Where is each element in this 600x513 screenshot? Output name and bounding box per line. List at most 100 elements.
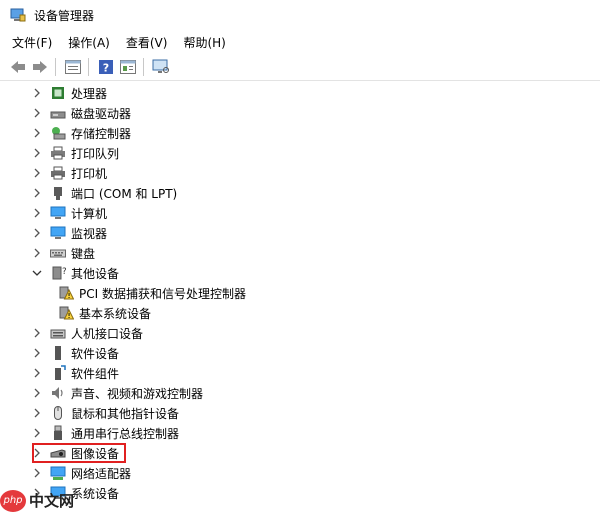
device-tree: 处理器 磁盘驱动器 存储控制器 打印队列 打印机 端口 (COM 和 LPT) … xyxy=(0,83,600,503)
tree-item-label: 网络适配器 xyxy=(71,466,132,481)
tree-item-sound[interactable]: 声音、视频和游戏控制器 xyxy=(0,383,600,403)
storage-controller-icon xyxy=(50,125,66,141)
chevron-right-icon[interactable] xyxy=(32,208,42,218)
tree-item-label: 存储控制器 xyxy=(71,126,132,141)
tree-item-mouse[interactable]: 鼠标和其他指针设备 xyxy=(0,403,600,423)
svg-text:?: ? xyxy=(103,62,109,75)
usb-icon xyxy=(50,425,66,441)
mouse-icon xyxy=(50,405,66,421)
tree-item-label: 通用串行总线控制器 xyxy=(71,426,180,441)
tree-item-label: 键盘 xyxy=(71,246,96,261)
title-bar: 设备管理器 xyxy=(0,0,600,30)
tree-item-label: 磁盘驱动器 xyxy=(71,106,132,121)
tree-item-print-queue[interactable]: 打印队列 xyxy=(0,143,600,163)
tree-item-usb[interactable]: 通用串行总线控制器 xyxy=(0,423,600,443)
details-view-icon[interactable] xyxy=(118,57,138,77)
tree-item-system-device[interactable]: 系统设备 xyxy=(0,483,600,503)
toolbar-separator xyxy=(88,58,89,76)
chevron-right-icon[interactable] xyxy=(32,88,42,98)
tree-item-label: 打印机 xyxy=(71,166,108,181)
tree-item-port[interactable]: 端口 (COM 和 LPT) xyxy=(0,183,600,203)
tree-item-keyboard[interactable]: 键盘 xyxy=(0,243,600,263)
menu-file[interactable]: 文件(F) xyxy=(8,34,56,51)
tree-item-storage-controller[interactable]: 存储控制器 xyxy=(0,123,600,143)
properties-view-icon[interactable] xyxy=(63,57,83,77)
watermark-text: 中文网 xyxy=(29,492,75,510)
camera-icon xyxy=(50,445,66,461)
tree-item-processor[interactable]: 处理器 xyxy=(0,83,600,103)
tree-item-label: 其他设备 xyxy=(71,266,120,281)
print-queue-icon xyxy=(50,145,66,161)
help-icon[interactable]: ? xyxy=(96,57,116,77)
tree-item-software-device[interactable]: 软件设备 xyxy=(0,343,600,363)
tree-item-label: 系统设备 xyxy=(71,486,120,501)
chevron-right-icon[interactable] xyxy=(32,168,42,178)
chevron-right-icon[interactable] xyxy=(32,188,42,198)
window-title: 设备管理器 xyxy=(34,8,95,23)
computer-icon xyxy=(50,205,66,221)
tree-item-disk-drive[interactable]: 磁盘驱动器 xyxy=(0,103,600,123)
watermark-logo: php xyxy=(0,489,26,512)
toolbar: ? xyxy=(0,54,600,81)
chevron-right-icon[interactable] xyxy=(32,408,42,418)
chevron-right-icon[interactable] xyxy=(32,368,42,378)
tree-item-label: 鼠标和其他指针设备 xyxy=(71,406,180,421)
tree-item-label: 软件设备 xyxy=(71,346,120,361)
disk-drive-icon xyxy=(50,105,66,121)
chevron-right-icon[interactable] xyxy=(32,148,42,158)
tree-item-base-system-device[interactable]: 基本系统设备 xyxy=(0,303,600,323)
toolbar-separator xyxy=(55,58,56,76)
tree-item-computer[interactable]: 计算机 xyxy=(0,203,600,223)
tree-item-label: 处理器 xyxy=(71,86,108,101)
chevron-right-icon[interactable] xyxy=(32,108,42,118)
tree-item-other-devices[interactable]: ? 其他设备 xyxy=(0,263,600,283)
chevron-right-icon[interactable] xyxy=(32,128,42,138)
chevron-right-icon[interactable] xyxy=(32,248,42,258)
hid-icon xyxy=(50,325,66,341)
tree-item-label: PCI 数据捕获和信号处理控制器 xyxy=(79,286,246,301)
tree-item-pci-controller[interactable]: PCI 数据捕获和信号处理控制器 xyxy=(0,283,600,303)
menu-bar: 文件(F) 操作(A) 查看(V) 帮助(H) xyxy=(0,31,600,53)
software-component-icon xyxy=(50,365,66,381)
network-adapter-icon xyxy=(50,465,66,481)
chevron-right-icon[interactable] xyxy=(32,388,42,398)
monitor-icon xyxy=(50,225,66,241)
other-devices-icon: ? xyxy=(50,265,66,281)
tree-item-software-component[interactable]: 软件组件 xyxy=(0,363,600,383)
port-icon xyxy=(50,185,66,201)
warning-device-icon xyxy=(58,285,74,301)
tree-item-label: 端口 (COM 和 LPT) xyxy=(71,186,178,201)
tree-item-printer[interactable]: 打印机 xyxy=(0,163,600,183)
chevron-right-icon[interactable] xyxy=(32,348,42,358)
tree-item-monitor[interactable]: 监视器 xyxy=(0,223,600,243)
menu-action[interactable]: 操作(A) xyxy=(64,34,114,51)
svg-text:?: ? xyxy=(62,267,66,277)
chevron-right-icon[interactable] xyxy=(32,448,42,458)
forward-icon[interactable] xyxy=(30,57,50,77)
keyboard-icon xyxy=(50,245,66,261)
watermark: php 中文网 xyxy=(0,488,74,513)
software-device-icon xyxy=(50,345,66,361)
printer-icon xyxy=(50,165,66,181)
chevron-right-icon[interactable] xyxy=(32,228,42,238)
tree-item-label: 声音、视频和游戏控制器 xyxy=(71,386,204,401)
menu-view[interactable]: 查看(V) xyxy=(122,34,172,51)
tree-item-network-adapter[interactable]: 网络适配器 xyxy=(0,463,600,483)
tree-item-imaging-device[interactable]: 图像设备 xyxy=(0,443,600,463)
tree-item-hid[interactable]: 人机接口设备 xyxy=(0,323,600,343)
tree-item-label: 基本系统设备 xyxy=(79,306,152,321)
warning-device-icon xyxy=(58,305,74,321)
tree-item-label: 人机接口设备 xyxy=(71,326,144,341)
tree-item-label: 图像设备 xyxy=(71,446,120,461)
sound-icon xyxy=(50,385,66,401)
chevron-down-icon[interactable] xyxy=(32,268,42,278)
back-icon[interactable] xyxy=(8,57,28,77)
chevron-right-icon[interactable] xyxy=(32,468,42,478)
tree-item-label: 软件组件 xyxy=(71,366,120,381)
menu-help[interactable]: 帮助(H) xyxy=(179,34,229,51)
chevron-right-icon[interactable] xyxy=(32,428,42,438)
chevron-right-icon[interactable] xyxy=(32,328,42,338)
monitor-scan-icon[interactable] xyxy=(151,57,171,77)
tree-item-label: 打印队列 xyxy=(71,146,120,161)
tree-item-label: 计算机 xyxy=(71,206,108,221)
